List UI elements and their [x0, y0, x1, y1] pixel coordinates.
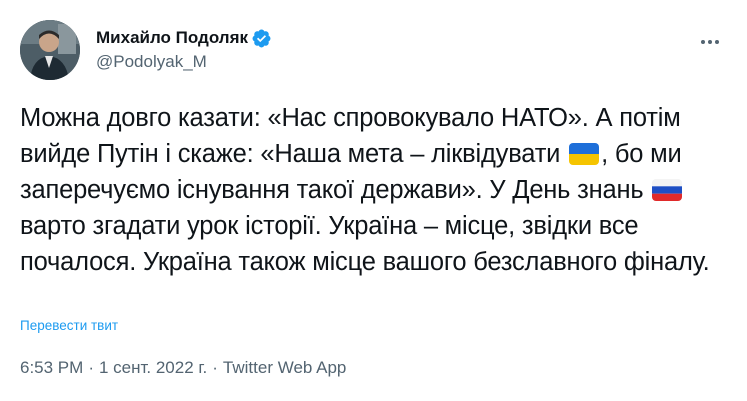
tweet-header: Михайло Подоляк @Podolyak_M: [20, 20, 727, 80]
tweet-source-app[interactable]: Twitter Web App: [223, 358, 346, 378]
meta-separator: ·: [88, 358, 94, 377]
dot: [715, 40, 719, 44]
flag-ukraine-icon: [569, 143, 600, 165]
avatar[interactable]: [20, 20, 80, 80]
tweet-time[interactable]: 6:53 PM: [20, 358, 83, 378]
flag-russia-icon: [652, 179, 683, 201]
author-display-name[interactable]: Михайло Подоляк: [96, 27, 248, 49]
dot: [701, 40, 705, 44]
tweet-text-part-3: варто згадати урок історії. Україна – мі…: [20, 212, 710, 276]
author-names: Михайло Подоляк @Podolyak_M: [96, 27, 272, 73]
translate-tweet-link[interactable]: Перевести твит: [20, 318, 118, 333]
dot: [708, 40, 712, 44]
more-options-icon[interactable]: [695, 30, 725, 54]
tweet-card: Михайло Подоляк @Podolyak_M Можна довго …: [0, 0, 747, 401]
tweet-text: Можна довго казати: «Нас спровокувало НА…: [20, 100, 710, 280]
name-row: Михайло Подоляк: [96, 27, 272, 49]
tweet-date[interactable]: 1 сент. 2022 г.: [99, 358, 207, 378]
tweet-meta: 6:53 PM · 1 сент. 2022 г. · Twitter Web …: [20, 358, 346, 378]
author-handle[interactable]: @Podolyak_M: [96, 51, 272, 73]
verified-badge-icon: [251, 28, 272, 49]
meta-separator: ·: [212, 358, 218, 377]
